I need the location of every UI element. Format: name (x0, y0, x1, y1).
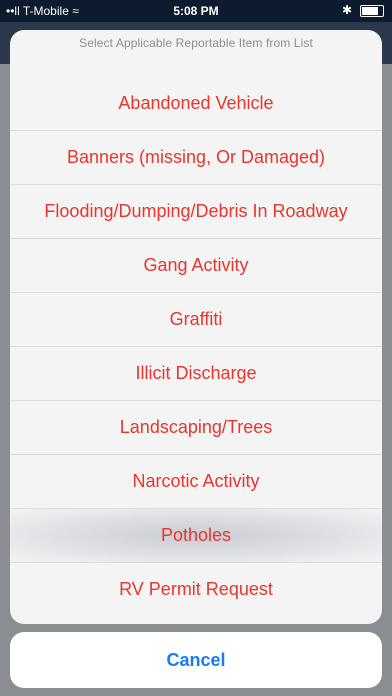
action-sheet-title: Select Applicable Reportable Item from L… (79, 36, 313, 50)
sheet-item-narcotic-activity[interactable]: Narcotic Activity (10, 454, 382, 508)
bluetooth-icon: ✱ (341, 3, 352, 17)
clock-label: 5:08 PM (173, 4, 219, 18)
action-sheet: Select Applicable Reportable Item from L… (10, 30, 382, 624)
sheet-item-rv-permit-request[interactable]: RV Permit Request (10, 562, 382, 616)
sheet-item-flooding-dumping-debris[interactable]: Flooding/Dumping/Debris In Roadway (10, 184, 382, 238)
sheet-item-banners[interactable]: Banners (missing, Or Damaged) (10, 130, 382, 184)
sheet-item-illicit-discharge[interactable]: Illicit Discharge (10, 346, 382, 400)
action-sheet-list: Abandoned Vehicle Banners (missing, Or D… (10, 76, 382, 616)
sheet-item-gang-activity[interactable]: Gang Activity (10, 238, 382, 292)
sheet-item-potholes[interactable]: Potholes (10, 508, 382, 562)
status-bar: ••ll T-Mobile ≈ 5:08 PM ✱ (0, 0, 392, 22)
sheet-item-landscaping-trees[interactable]: Landscaping/Trees (10, 400, 382, 454)
sheet-item-abandoned-vehicle[interactable]: Abandoned Vehicle (10, 76, 382, 130)
sheet-item-graffiti[interactable]: Graffiti (10, 292, 382, 346)
battery-icon (360, 5, 384, 17)
cancel-button[interactable]: Cancel (10, 632, 382, 688)
